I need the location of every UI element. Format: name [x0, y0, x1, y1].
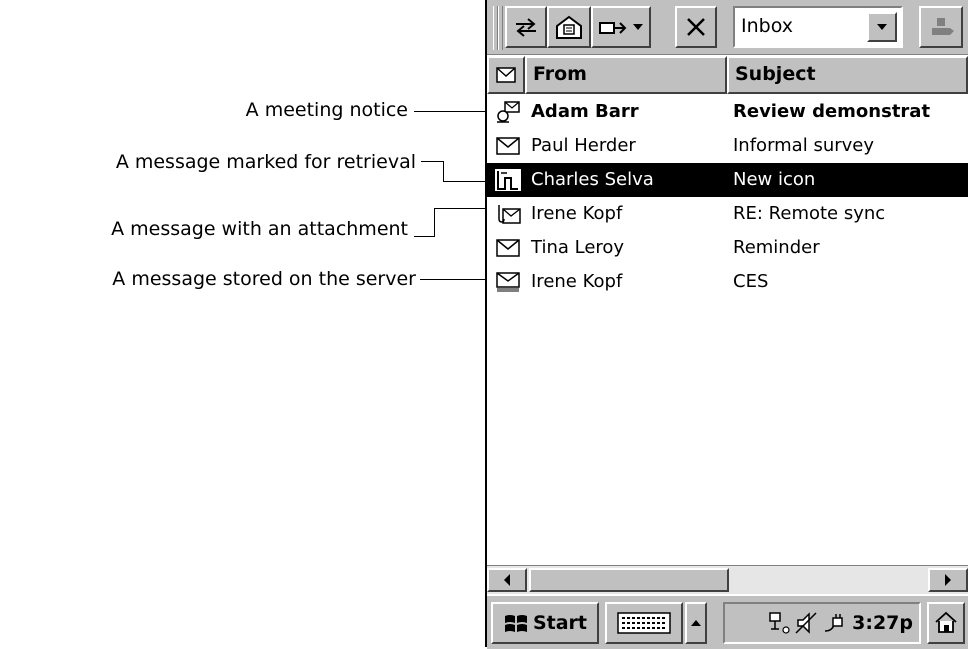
chevron-down-icon: [633, 24, 643, 30]
callout-leader-line: [421, 161, 443, 162]
chevron-down-icon: [877, 24, 887, 30]
message-subject: CES: [733, 271, 769, 292]
envelope-icon: [496, 239, 520, 257]
message-from: Adam Barr: [531, 101, 639, 122]
windows-logo-icon: [504, 615, 527, 632]
message-row[interactable]: Irene Kopf CES: [487, 265, 968, 299]
from-column-header[interactable]: From: [525, 56, 727, 94]
scroll-left-button[interactable]: [487, 568, 527, 592]
start-label: Start: [532, 612, 588, 634]
message-subject: Review demonstrat: [733, 101, 931, 122]
callout-leader-line: [434, 208, 486, 209]
input-method-arrow[interactable]: [685, 602, 707, 644]
message-subject: Reminder: [733, 237, 820, 258]
folder-name: Inbox: [741, 15, 793, 37]
callout-meeting-notice: A meeting notice: [245, 99, 408, 121]
sound-icon[interactable]: [794, 611, 820, 635]
callout-leader-line: [443, 161, 444, 182]
inbox-window: Inbox From Subject Adam Barr Review demo…: [485, 0, 968, 649]
scroll-thumb[interactable]: [529, 568, 729, 592]
folder-dropdown-arrow[interactable]: [867, 12, 897, 42]
new-message-button[interactable]: [547, 6, 591, 48]
back-button[interactable]: [919, 6, 963, 48]
callout-attachment: A message with an attachment: [111, 218, 408, 240]
callout-leader-line: [434, 208, 435, 237]
subject-column-header[interactable]: Subject: [727, 56, 968, 94]
callout-server-stored: A message stored on the server: [112, 268, 416, 290]
power-plug-icon[interactable]: [822, 611, 848, 635]
send-receive-icon: [516, 18, 536, 37]
connection-icon[interactable]: [766, 611, 792, 635]
message-from: Tina Leroy: [531, 237, 625, 258]
server-stored-icon: [496, 272, 520, 292]
callout-leader-line: [443, 181, 486, 182]
back-icon: [932, 18, 954, 35]
input-panel-button[interactable]: [605, 602, 683, 644]
message-from: Paul Herder: [531, 135, 636, 156]
chevron-up-icon: [691, 620, 701, 626]
toolbar: Inbox: [487, 0, 968, 55]
icon-column-header[interactable]: [487, 56, 525, 94]
message-from: Irene Kopf: [531, 203, 623, 224]
delete-icon: [687, 18, 705, 36]
scroll-right-button[interactable]: [928, 568, 968, 592]
message-row[interactable]: Irene Kopf RE: Remote sync: [487, 197, 968, 231]
arrow-left-icon: [504, 574, 510, 586]
message-row[interactable]: Tina Leroy Reminder: [487, 231, 968, 265]
envelope-icon: [496, 137, 520, 155]
callout-leader-line: [414, 111, 486, 112]
message-from: Irene Kopf: [531, 271, 623, 292]
toolbar-grip[interactable]: [498, 6, 503, 50]
move-to-button[interactable]: [591, 6, 651, 48]
horizontal-scrollbar[interactable]: [487, 565, 968, 594]
arrow-right-icon: [945, 574, 951, 586]
marked-for-retrieval-icon: [495, 169, 521, 191]
start-button[interactable]: Start: [491, 602, 599, 644]
callout-leader-line: [420, 279, 486, 280]
clock[interactable]: 3:27p: [852, 612, 913, 634]
send-receive-button[interactable]: [505, 6, 547, 48]
taskbar: Start 3:27p: [487, 594, 968, 649]
message-subject: Informal survey: [733, 135, 875, 156]
delete-button[interactable]: [675, 6, 717, 48]
keyboard-icon: [617, 612, 671, 634]
new-message-icon: [556, 15, 582, 39]
move-to-icon: [599, 22, 627, 34]
message-row[interactable]: Adam Barr Review demonstrat: [487, 95, 968, 129]
message-subject: RE: Remote sync: [733, 203, 886, 224]
callout-leader-line: [414, 236, 435, 237]
desktop-button[interactable]: [927, 602, 965, 644]
message-row[interactable]: Paul Herder Informal survey: [487, 129, 968, 163]
callout-marked-for-retrieval: A message marked for retrieval: [115, 151, 416, 173]
desktop-icon: [935, 611, 957, 633]
attachment-icon: [498, 205, 521, 224]
column-header: From Subject: [487, 56, 968, 94]
meeting-notice-icon: [497, 101, 520, 123]
message-row-selected[interactable]: Charles Selva New icon: [487, 163, 968, 197]
message-subject: New icon: [733, 169, 816, 190]
envelope-icon: [496, 67, 516, 83]
system-tray: 3:27p: [723, 602, 921, 644]
message-from: Charles Selva: [531, 169, 654, 190]
folder-dropdown[interactable]: Inbox: [733, 6, 903, 48]
